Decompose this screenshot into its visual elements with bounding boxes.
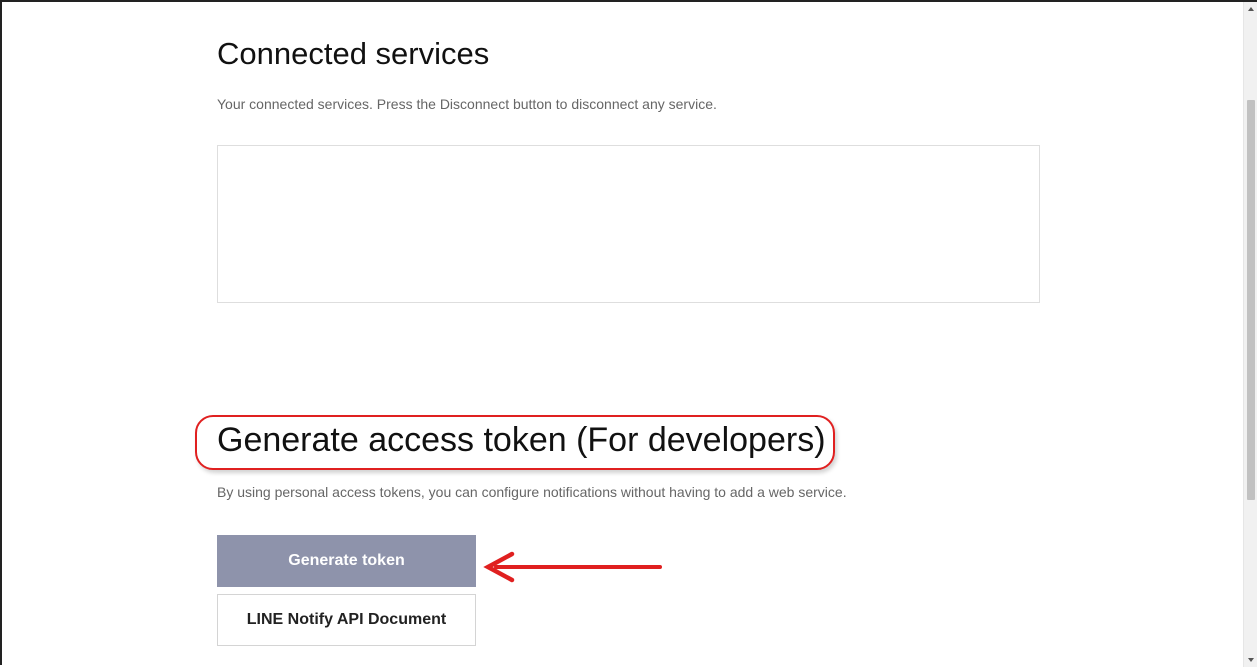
scrollbar-thumb[interactable] bbox=[1247, 100, 1255, 500]
connected-services-list bbox=[217, 145, 1040, 303]
generate-token-description: By using personal access tokens, you can… bbox=[217, 484, 847, 500]
generate-token-title: Generate access token (For developers) bbox=[217, 421, 826, 459]
page-frame: Connected services Your connected servic… bbox=[0, 0, 1257, 667]
api-document-button[interactable]: LINE Notify API Document bbox=[217, 594, 476, 646]
left-arrow-icon bbox=[483, 551, 662, 583]
scroll-up-arrow-icon[interactable] bbox=[1244, 2, 1257, 16]
vertical-scrollbar[interactable] bbox=[1243, 2, 1257, 667]
connected-services-title: Connected services bbox=[217, 36, 490, 71]
connected-services-description: Your connected services. Press the Disco… bbox=[217, 96, 717, 112]
generate-token-button[interactable]: Generate token bbox=[217, 535, 476, 587]
